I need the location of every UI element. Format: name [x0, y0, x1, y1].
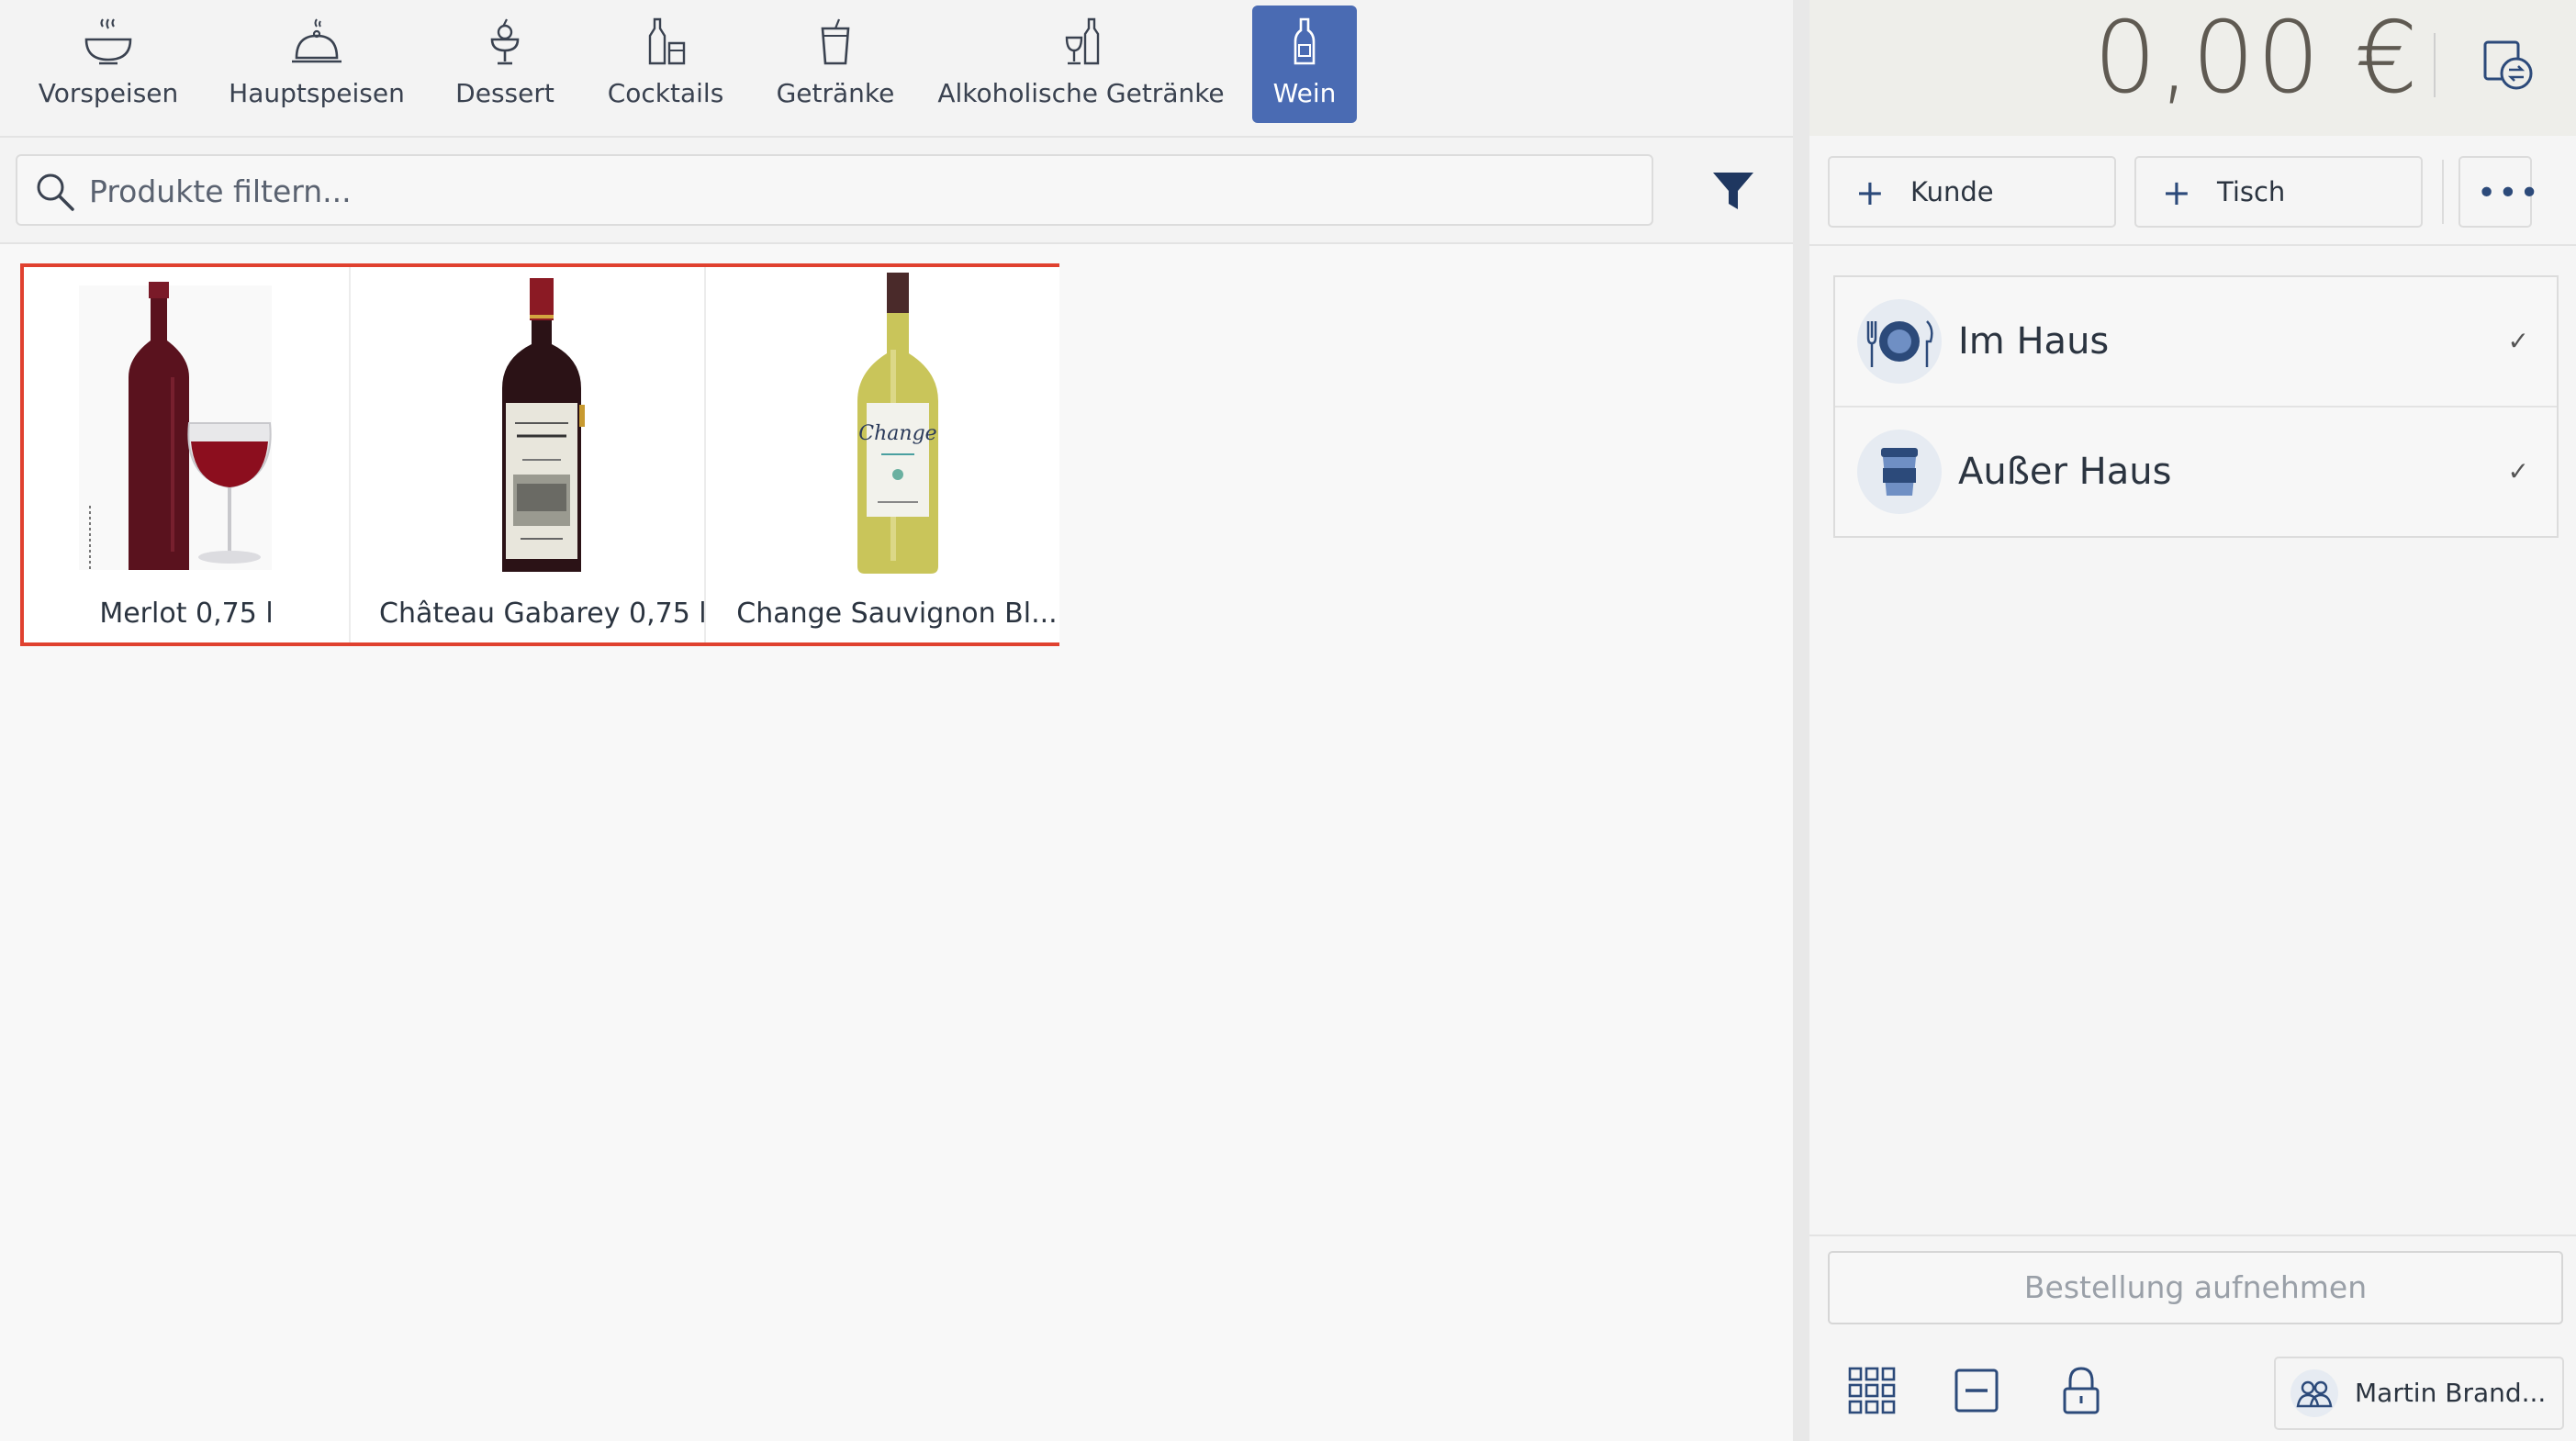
user-button[interactable]: Martin Brand... — [2274, 1357, 2564, 1430]
category-bar: Vorspeisen Hauptspeisen Dessert Cocktail… — [0, 0, 1793, 138]
users-icon — [2290, 1369, 2338, 1417]
wine-and-glass-icon — [1065, 17, 1099, 65]
divider — [2434, 33, 2436, 97]
category-dessert[interactable]: Dessert — [441, 6, 569, 123]
action-row: + Kunde + Tisch ••• — [1809, 138, 2576, 246]
search-box[interactable] — [16, 154, 1653, 226]
product-name: Merlot 0,75 l — [99, 598, 274, 630]
drink-cup-icon — [821, 18, 850, 65]
more-options-icon: ••• — [2477, 174, 2541, 212]
ice-cream-cup-icon — [490, 18, 520, 65]
category-vorspeisen[interactable]: Vorspeisen — [18, 6, 198, 123]
filter-icon[interactable] — [1708, 165, 1759, 217]
bowl-icon — [84, 18, 132, 65]
product-image-red-wine-with-glass — [79, 282, 272, 570]
service-mode-list: Im Haus ✓ Außer Haus ✓ — [1833, 275, 2559, 538]
product-name: Change Sauvignon Bl... — [736, 598, 1058, 630]
total-bar: 0,00 € — [1809, 0, 2576, 136]
category-alkoholische-getraenke[interactable]: Alkoholische Getränke — [936, 6, 1226, 123]
search-row — [0, 138, 1793, 244]
mode-label: Im Haus — [1958, 320, 2110, 363]
order-panel: 0,00 € + Kunde + Tisch ••• Im Haus ✓ Auß… — [1809, 0, 2576, 1441]
product-image-white-wine-bottle: Change — [857, 273, 938, 574]
grid-icon[interactable] — [1846, 1365, 1898, 1416]
category-label: Cocktails — [607, 78, 724, 108]
add-table-button[interactable]: + Tisch — [2134, 156, 2423, 228]
category-hauptspeisen[interactable]: Hauptspeisen — [220, 6, 413, 123]
product-panel: Vorspeisen Hauptspeisen Dessert Cocktail… — [0, 0, 1793, 1441]
device-switch-icon[interactable] — [2480, 37, 2538, 95]
wine-bottle-icon — [1294, 17, 1316, 65]
category-label: Wein — [1272, 78, 1337, 108]
divider — [2442, 160, 2444, 224]
category-wein[interactable]: Wein — [1252, 6, 1357, 123]
bottle-label-text: Change — [858, 422, 936, 445]
product-tile-change-sauvignon[interactable]: Change Change Sauvignon Bl... — [734, 267, 1059, 642]
minus-icon[interactable] — [1951, 1365, 2002, 1416]
product-tile-merlot[interactable]: Merlot 0,75 l — [24, 267, 351, 642]
plate-cutlery-icon — [1857, 299, 1942, 384]
category-label: Hauptspeisen — [229, 78, 405, 108]
cocktail-bottles-icon — [648, 17, 686, 65]
user-name: Martin Brand... — [2355, 1378, 2547, 1408]
cloche-icon — [292, 18, 342, 63]
product-tile-chateau-gabarey[interactable]: Château Gabarey 0,75 l — [379, 267, 706, 642]
product-image-red-wine-bottle — [502, 278, 585, 572]
product-grid: Merlot 0,75 l Château Gabarey 0,75 l Cha… — [20, 263, 1059, 646]
add-table-label: Tisch — [2217, 176, 2286, 207]
panel-divider — [1793, 0, 1809, 1441]
category-getraenke[interactable]: Getränke — [762, 6, 909, 123]
category-label: Vorspeisen — [38, 78, 179, 108]
category-label: Alkoholische Getränke — [937, 78, 1225, 108]
checkmark-icon: ✓ — [2507, 456, 2529, 486]
takeaway-cup-icon — [1857, 430, 1942, 514]
product-name: Château Gabarey 0,75 l — [379, 598, 704, 630]
place-order-button[interactable]: Bestellung aufnehmen — [1828, 1251, 2563, 1324]
category-label: Getränke — [776, 78, 895, 108]
add-customer-button[interactable]: + Kunde — [1828, 156, 2116, 228]
search-input[interactable] — [87, 165, 1633, 217]
mode-label: Außer Haus — [1958, 451, 2172, 493]
mode-dine-in[interactable]: Im Haus ✓ — [1835, 277, 2557, 408]
mode-takeaway[interactable]: Außer Haus ✓ — [1835, 408, 2557, 536]
divider — [1809, 1234, 2576, 1236]
checkmark-icon: ✓ — [2507, 326, 2529, 356]
order-total: 0,00 € — [2093, 1, 2420, 116]
plus-icon: + — [1855, 173, 1885, 213]
category-cocktails[interactable]: Cocktails — [597, 6, 734, 123]
plus-icon: + — [2162, 173, 2191, 213]
category-label: Dessert — [455, 78, 554, 108]
lock-icon[interactable] — [2055, 1365, 2107, 1416]
search-icon — [37, 173, 74, 211]
more-options-button[interactable]: ••• — [2458, 156, 2539, 228]
add-customer-label: Kunde — [1910, 176, 1994, 207]
